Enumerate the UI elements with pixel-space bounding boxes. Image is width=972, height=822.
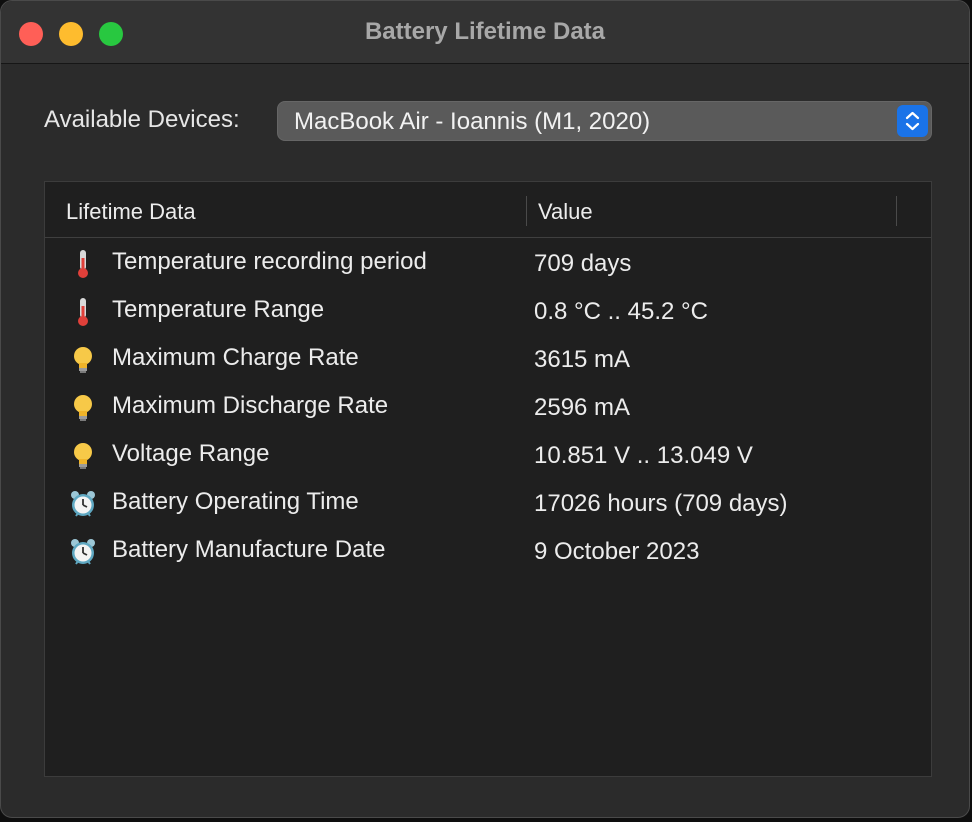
row-value: 10.851 V .. 13.049 V	[534, 442, 753, 469]
row-label: Maximum Discharge Rate	[112, 392, 389, 419]
title-bar[interactable]: Battery Lifetime Data	[1, 1, 969, 64]
table-row[interactable]: Voltage Range 10.851 V .. 13.049 V	[45, 432, 931, 480]
device-select-value: MacBook Air - Ioannis (M1, 2020)	[294, 108, 651, 135]
row-label: Temperature recording period	[112, 248, 427, 275]
alarm-clock-icon	[69, 488, 97, 520]
available-devices-label: Available Devices:	[44, 106, 240, 133]
row-value: 3615 mA	[534, 346, 631, 373]
row-label: Temperature Range	[112, 296, 325, 323]
light-bulb-icon	[69, 344, 97, 376]
table-header: Lifetime Data Value	[45, 182, 931, 238]
row-label: Battery Manufacture Date	[112, 536, 386, 563]
row-value: 9 October 2023	[534, 538, 700, 565]
window-title: Battery Lifetime Data	[364, 18, 606, 45]
table-row[interactable]: Battery Operating Time 17026 hours (709 …	[45, 480, 931, 528]
row-value: 17026 hours (709 days)	[534, 490, 788, 517]
row-label: Battery Operating Time	[112, 488, 359, 515]
alarm-clock-icon	[69, 536, 97, 568]
column-divider[interactable]	[896, 196, 897, 226]
row-value: 709 days	[534, 250, 632, 277]
light-bulb-icon	[69, 392, 97, 424]
table-row[interactable]: Battery Manufacture Date 9 October 2023	[45, 528, 931, 576]
column-header-lifetime-data[interactable]: Lifetime Data	[66, 199, 196, 225]
device-select[interactable]: MacBook Air - Ioannis (M1, 2020)	[277, 101, 932, 141]
table-row[interactable]: Maximum Charge Rate 3615 mA	[45, 336, 931, 384]
row-label: Voltage Range	[112, 440, 270, 467]
table-row[interactable]: Maximum Discharge Rate 2596 mA	[45, 384, 931, 432]
chevron-up-down-icon[interactable]	[897, 105, 928, 137]
row-label: Maximum Charge Rate	[112, 344, 359, 371]
column-divider[interactable]	[526, 196, 527, 226]
thermometer-icon	[69, 248, 97, 280]
row-value: 2596 mA	[534, 394, 631, 421]
column-header-value[interactable]: Value	[538, 199, 593, 225]
light-bulb-icon	[69, 440, 97, 472]
thermometer-icon	[69, 296, 97, 328]
lifetime-data-table: Lifetime Data Value Temperature recordin…	[44, 181, 932, 777]
table-row[interactable]: Temperature recording period 709 days	[45, 240, 931, 288]
row-value: 0.8 °C .. 45.2 °C	[534, 298, 708, 325]
battery-lifetime-window: Battery Lifetime Data Available Devices:…	[0, 0, 970, 818]
table-row[interactable]: Temperature Range 0.8 °C .. 45.2 °C	[45, 288, 931, 336]
